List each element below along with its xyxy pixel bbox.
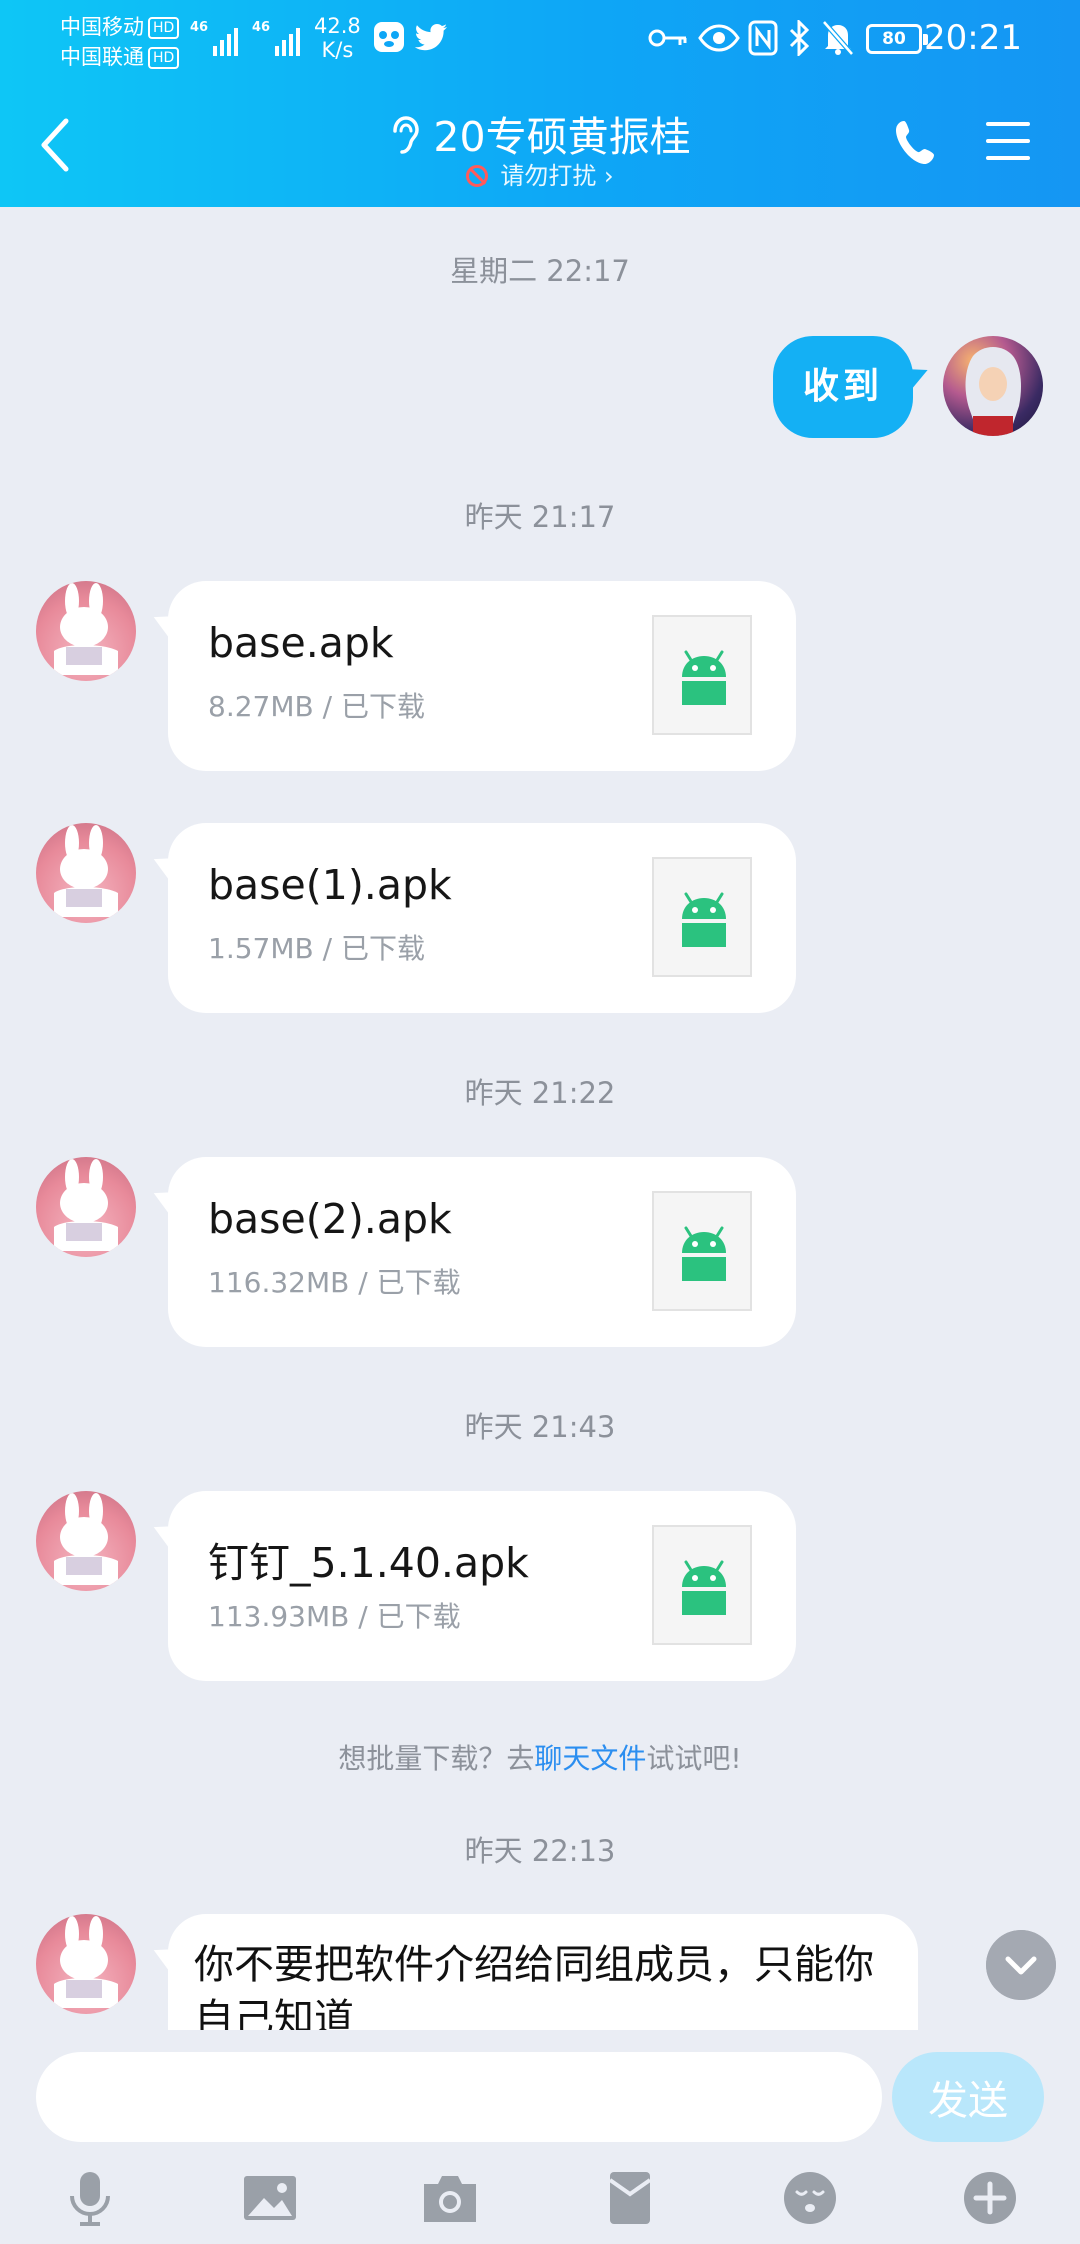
scroll-down-icon[interactable] — [986, 1930, 1056, 2000]
status-time: 20:21 — [924, 18, 1022, 58]
panda-app-icon — [374, 22, 404, 52]
contact-avatar[interactable] — [36, 823, 136, 923]
timestamp: 昨天 22:13 — [464, 1834, 616, 1868]
timestamp: 星期二 22:17 — [450, 254, 630, 288]
file-thumbnail — [652, 1525, 752, 1645]
signal-1-icon: 46 — [190, 20, 239, 56]
file-meta: 116.32MB / 已下载 — [208, 1266, 461, 1299]
do-not-disturb-icon — [466, 165, 489, 187]
hint-prefix: 想批量下载？去 — [338, 1742, 535, 1775]
self-avatar[interactable] — [943, 336, 1043, 436]
red-packet-icon[interactable] — [600, 2168, 660, 2228]
plus-icon[interactable] — [960, 2168, 1020, 2228]
contact-avatar[interactable] — [36, 581, 136, 681]
file-name: base(2).apk — [208, 1195, 452, 1243]
phone-icon[interactable] — [894, 118, 942, 166]
send-button[interactable]: 发送 — [892, 2052, 1044, 2142]
timestamp: 昨天 21:17 — [464, 500, 616, 534]
android-icon — [682, 1560, 726, 1615]
input-area: 发送 — [0, 2030, 1080, 2244]
carrier-info: 中国移动 HD 中国联通 HD — [60, 12, 180, 72]
hd-badge-2: HD — [148, 47, 180, 69]
contact-avatar[interactable] — [36, 1157, 136, 1257]
signal-2-label: 46 — [252, 20, 271, 35]
file-thumbnail — [652, 615, 752, 735]
file-name: base(1).apk — [208, 861, 452, 909]
mute-bell-icon — [822, 20, 854, 56]
bluetooth-icon — [789, 20, 810, 56]
chat-files-link[interactable]: 聊天文件 — [534, 1742, 646, 1775]
menu-icon[interactable] — [986, 122, 1030, 162]
status-bar: 中国移动 HD 中国联通 HD 46 46 42.8 K/s 80 20:21 — [0, 0, 1080, 80]
android-icon — [682, 650, 726, 705]
nfc-icon — [748, 20, 778, 56]
file-message[interactable]: base(2).apk 116.32MB / 已下载 — [168, 1157, 796, 1347]
eye-icon — [698, 24, 740, 52]
contact-avatar[interactable] — [36, 1491, 136, 1591]
file-meta: 113.93MB / 已下载 — [208, 1600, 461, 1633]
network-speed: 42.8 K/s — [314, 14, 361, 62]
batch-download-hint: 想批量下载？去聊天文件试试吧! — [0, 1737, 1080, 1777]
carrier-2: 中国联通 — [60, 45, 144, 69]
signal-1-label: 46 — [190, 20, 209, 35]
chat-header: 中国移动 HD 中国联通 HD 46 46 42.8 K/s 80 20:21 … — [0, 0, 1080, 207]
hd-badge-1: HD — [148, 17, 180, 39]
signal-2-icon: 46 — [252, 20, 301, 56]
file-thumbnail — [652, 857, 752, 977]
hint-suffix: 试试吧! — [646, 1742, 742, 1775]
file-name: base.apk — [208, 619, 394, 667]
file-thumbnail — [652, 1191, 752, 1311]
file-message[interactable]: base(1).apk 1.57MB / 已下载 — [168, 823, 796, 1013]
file-message[interactable]: base.apk 8.27MB / 已下载 — [168, 581, 796, 771]
emoji-icon[interactable] — [780, 2168, 840, 2228]
ear-icon — [393, 116, 420, 154]
carrier-1: 中国移动 — [60, 15, 144, 39]
android-icon — [682, 1226, 726, 1281]
network-speed-value: 42.8 — [314, 14, 361, 38]
timestamp: 昨天 21:22 — [464, 1076, 616, 1110]
file-meta: 8.27MB / 已下载 — [208, 690, 425, 723]
contact-avatar[interactable] — [36, 1914, 136, 2014]
dnd-label: 请勿打扰 › — [500, 162, 614, 190]
timestamp: 昨天 21:43 — [464, 1410, 616, 1444]
camera-icon[interactable] — [420, 2168, 480, 2228]
file-message[interactable]: 钉钉_5.1.40.apk 113.93MB / 已下载 — [168, 1491, 796, 1681]
microphone-icon[interactable] — [60, 2168, 120, 2228]
chat-title: 20专硕黄振桂 — [433, 113, 691, 161]
android-icon — [682, 892, 726, 947]
image-icon[interactable] — [240, 2168, 300, 2228]
received-message[interactable]: 你不要把软件介绍给同组成员，只能你自己知道 — [168, 1914, 918, 2034]
battery-indicator: 80 — [866, 24, 928, 54]
message-input[interactable] — [36, 2052, 882, 2142]
key-icon — [648, 29, 687, 47]
twitter-icon — [414, 24, 447, 51]
network-speed-unit: K/s — [321, 38, 354, 62]
file-meta: 1.57MB / 已下载 — [208, 932, 425, 965]
file-name: 钉钉_5.1.40.apk — [208, 1539, 529, 1587]
sent-message[interactable]: 收到 — [773, 336, 913, 438]
